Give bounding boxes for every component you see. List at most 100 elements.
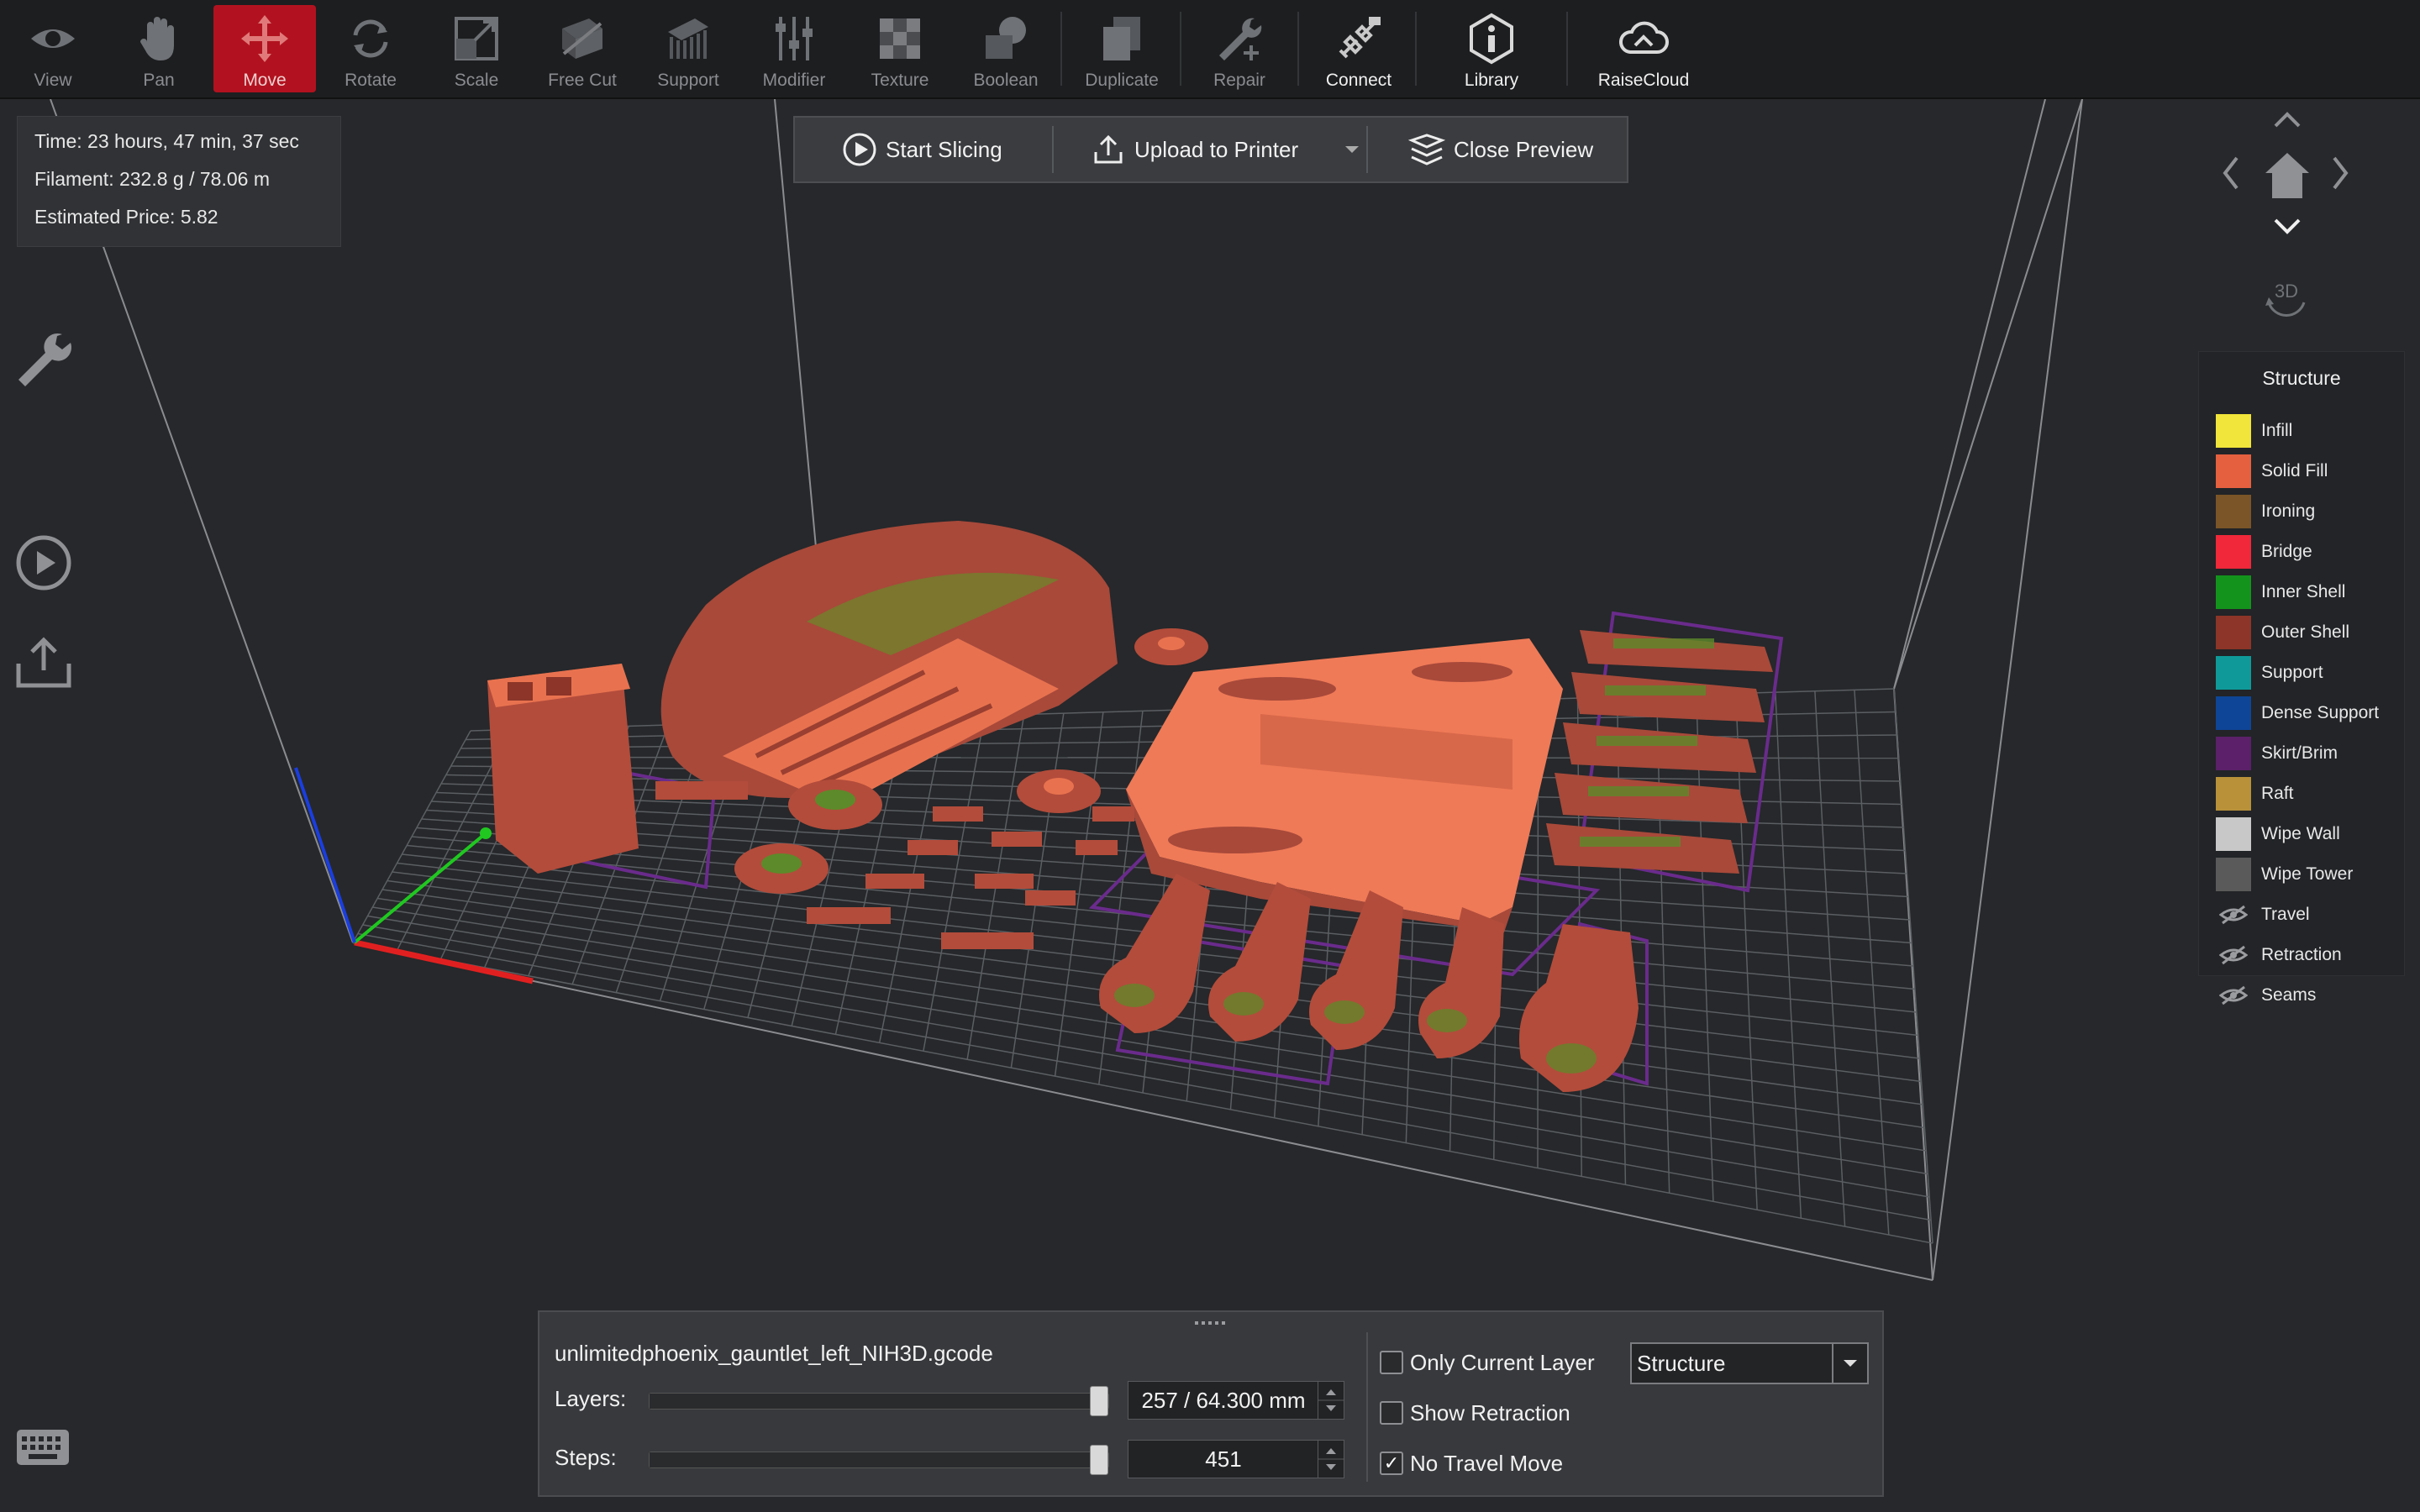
layers-slider[interactable] [649, 1386, 1109, 1416]
legend-color-swatch[interactable] [2216, 616, 2251, 649]
legend-item[interactable]: Solid Fill [2216, 454, 2328, 488]
filament-usage: Filament: 232.8 g / 78.06 m [34, 168, 270, 190]
chevron-right-icon[interactable] [2331, 155, 2351, 192]
layers-slider-thumb[interactable] [1090, 1386, 1108, 1416]
eye-hidden-icon[interactable] [2216, 938, 2251, 972]
legend-color-swatch[interactable] [2216, 777, 2251, 811]
legend-item[interactable]: Bridge [2216, 535, 2312, 569]
layers-stepper[interactable] [1318, 1382, 1344, 1419]
3d-viewport[interactable] [0, 99, 2420, 1512]
drag-handle-icon[interactable] [1195, 1320, 1228, 1326]
close-preview-button[interactable]: Close Preview [1408, 118, 1593, 181]
legend-item[interactable]: Infill [2216, 414, 2292, 448]
steps-slider-thumb[interactable] [1090, 1445, 1108, 1475]
raisecloud-button[interactable]: RaiseCloud [1591, 5, 1696, 92]
legend-item-label: Skirt/Brim [2261, 743, 2338, 763]
only-current-layer-option[interactable]: Only Current Layer [1380, 1346, 1595, 1379]
legend-item[interactable]: Skirt/Brim [2216, 737, 2338, 770]
legend-color-swatch[interactable] [2216, 495, 2251, 528]
start-slicing-button[interactable]: Start Slicing [842, 118, 1002, 181]
chevron-down-icon[interactable] [2272, 217, 2302, 237]
show-retraction-checkbox[interactable] [1380, 1401, 1403, 1425]
legend-color-swatch[interactable] [2216, 414, 2251, 448]
3d-mode-label: 3D [2274, 281, 2299, 302]
main-toolbar: View Pan Move Rotate Scale Free Cut Supp… [0, 0, 2420, 99]
legend-item[interactable]: Wipe Tower [2216, 858, 2353, 891]
eye-hidden-icon[interactable] [2216, 979, 2251, 1012]
pan-tool-button[interactable]: Pan [108, 5, 210, 92]
chevron-left-icon[interactable] [2220, 155, 2240, 192]
legend-item[interactable]: Inner Shell [2216, 575, 2345, 609]
show-retraction-option[interactable]: Show Retraction [1380, 1396, 1570, 1430]
home-icon[interactable] [2262, 150, 2312, 202]
toolbar-divider [1566, 12, 1568, 86]
legend-color-swatch[interactable] [2216, 696, 2251, 730]
duplicate-tool-button[interactable]: Duplicate [1071, 5, 1173, 92]
legend-color-swatch[interactable] [2216, 737, 2251, 770]
connect-button[interactable]: Connect [1307, 5, 1410, 92]
legend-item[interactable]: Retraction [2216, 938, 2342, 972]
wrench-plus-icon [1219, 18, 1262, 60]
legend-item[interactable]: Raft [2216, 777, 2294, 811]
texture-tool-button[interactable]: Texture [849, 5, 951, 92]
legend-color-swatch[interactable] [2216, 454, 2251, 488]
wrench-icon[interactable] [12, 329, 76, 393]
steps-stepper[interactable] [1318, 1441, 1344, 1478]
no-travel-move-checkbox[interactable]: ✓ [1380, 1452, 1403, 1475]
free-cut-tool-button[interactable]: Free Cut [531, 5, 634, 92]
layers-spinbox[interactable]: 257 / 64.300 mm [1128, 1381, 1344, 1420]
move-tool-button[interactable]: Move [213, 5, 316, 92]
legend-item-label: Wipe Tower [2261, 864, 2354, 884]
legend-item[interactable]: Seams [2216, 979, 2316, 1012]
rotate-tool-button[interactable]: Rotate [319, 5, 422, 92]
show-retraction-label: Show Retraction [1410, 1399, 1570, 1425]
legend-color-swatch[interactable] [2216, 575, 2251, 609]
upload-to-printer-button[interactable]: Upload to Printer [1091, 118, 1298, 181]
library-button[interactable]: Library [1440, 5, 1543, 92]
support-tool-button[interactable]: Support [637, 5, 739, 92]
legend-item-label: Inner Shell [2261, 582, 2346, 601]
legend-item[interactable]: Ironing [2216, 495, 2315, 528]
tool-label: Free Cut [548, 71, 617, 90]
tool-label: Texture [871, 71, 929, 90]
view-tool-button[interactable]: View [2, 5, 104, 92]
legend-color-swatch[interactable] [2216, 656, 2251, 690]
play-preview-icon[interactable] [12, 531, 76, 595]
legend-item[interactable]: Outer Shell [2216, 616, 2349, 649]
legend-color-swatch[interactable] [2216, 817, 2251, 851]
3d-view-button[interactable]: 3D [2257, 269, 2316, 328]
tool-label: Move [243, 71, 287, 90]
stepper-arrows-icon [1318, 1389, 1344, 1411]
boolean-tool-button[interactable]: Boolean [955, 5, 1057, 92]
export-icon[interactable] [12, 632, 76, 696]
estimated-price: Estimated Price: 5.82 [34, 206, 218, 228]
modifier-tool-button[interactable]: Modifier [743, 5, 845, 92]
chevron-up-icon[interactable] [2272, 109, 2302, 129]
upload-dropdown-button[interactable] [1339, 118, 1365, 181]
scale-tool-button[interactable]: Scale [425, 5, 528, 92]
toolbar-divider [1415, 12, 1417, 86]
legend-item[interactable]: Support [2216, 656, 2323, 690]
view-mode-dropdown-arrow[interactable] [1832, 1344, 1867, 1383]
legend-color-swatch[interactable] [2216, 858, 2251, 891]
legend-item[interactable]: Travel [2216, 898, 2310, 932]
upload-icon [1094, 134, 1123, 164]
steps-slider[interactable] [649, 1445, 1109, 1475]
view-mode-select[interactable]: Structure [1630, 1342, 1869, 1384]
keyboard-icon[interactable] [15, 1428, 71, 1467]
checker-icon [880, 18, 920, 59]
scale-icon [455, 17, 498, 60]
slice-action-bar: Start Slicing Upload to Printer Close Pr… [793, 116, 1628, 183]
legend-title: Structure [2262, 367, 2341, 389]
start-slicing-label: Start Slicing [886, 136, 1002, 162]
repair-tool-button[interactable]: Repair [1188, 5, 1291, 92]
no-travel-move-option[interactable]: ✓ No Travel Move [1380, 1446, 1563, 1480]
only-current-layer-checkbox[interactable] [1380, 1351, 1403, 1374]
support-icon [668, 18, 708, 59]
legend-item[interactable]: Dense Support [2216, 696, 2379, 730]
steps-spinbox[interactable]: 451 [1128, 1440, 1344, 1478]
eye-hidden-icon[interactable] [2216, 898, 2251, 932]
legend-item[interactable]: Wipe Wall [2216, 817, 2340, 851]
layer-preview-panel: unlimitedphoenix_gauntlet_left_NIH3D.gco… [538, 1310, 1884, 1497]
legend-color-swatch[interactable] [2216, 535, 2251, 569]
